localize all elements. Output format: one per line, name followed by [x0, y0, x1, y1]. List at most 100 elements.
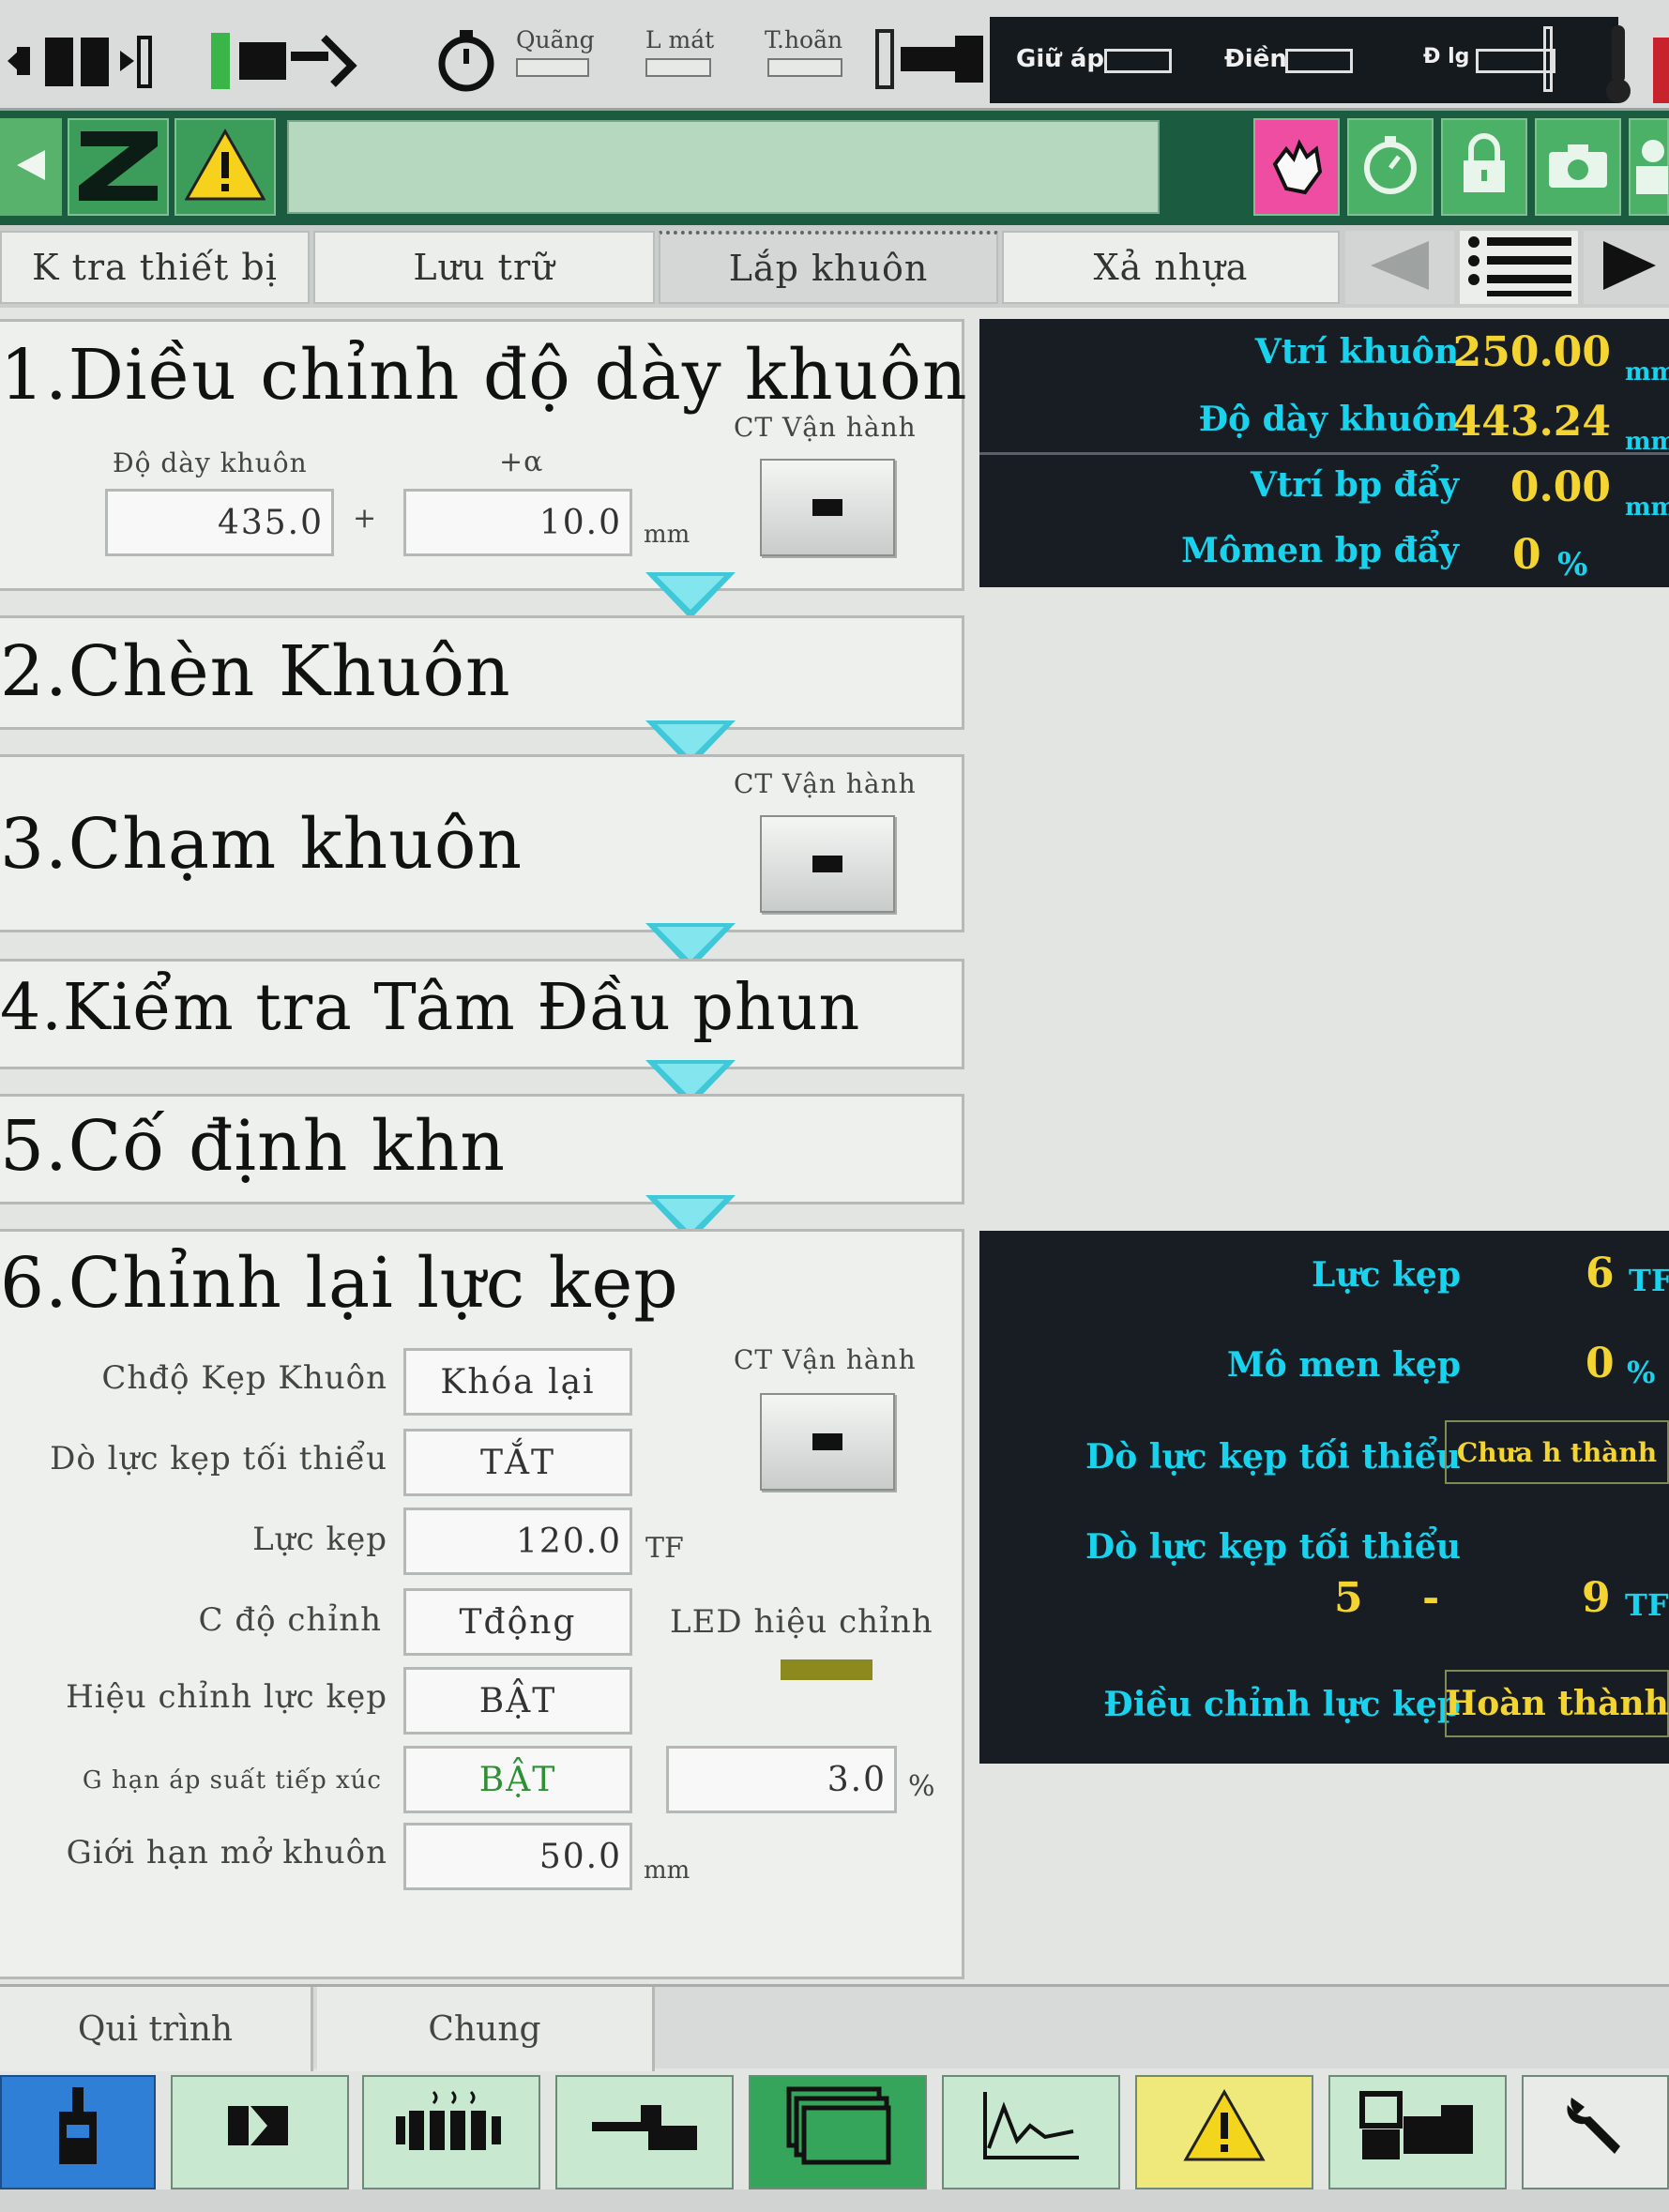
tab-lap-khuon[interactable]: Lắp khuôn: [659, 231, 998, 304]
mold-position-value: 250.00: [1452, 328, 1611, 376]
tab-menu-button[interactable]: [1460, 231, 1578, 304]
injection-unit-icon: [50, 2083, 106, 2181]
injection-unit-button[interactable]: [0, 2075, 156, 2189]
mold-open-icon: [8, 28, 158, 94]
range-max-value: 9: [1582, 1574, 1611, 1622]
adjust-mode-label: C độ chỉnh: [198, 1601, 382, 1639]
range-dash: -: [1422, 1574, 1440, 1622]
clamp-force-unit: TF: [645, 1532, 684, 1565]
ejector-icon: [211, 28, 380, 94]
mold-thickness-label: Độ dày khuôn: [113, 447, 308, 478]
ejector-position-value: 0.00: [1510, 463, 1611, 511]
ejector-torque-label: Mômen bp đẩy: [1181, 531, 1459, 570]
clamp-mode-label: Chđộ Kẹp Khuôn: [101, 1359, 387, 1397]
step-5-panel: 5.Cố định khn: [0, 1094, 964, 1204]
clamp-force-label: Lực kẹp: [252, 1521, 387, 1558]
mold-open-limit-label: Giới hạn mở khuôn: [66, 1834, 387, 1871]
adjust-mode-field[interactable]: Tđộng: [403, 1588, 632, 1656]
hmi-screen: { "topbar": { "icons": ["mold-open-icon"…: [0, 0, 1669, 2212]
plus-sign: +: [353, 502, 377, 535]
z-logo-icon: [73, 126, 163, 208]
taskbar-strip: [0, 2189, 1669, 2212]
step-6-run-button[interactable]: [760, 1393, 895, 1491]
user-button[interactable]: [1629, 118, 1669, 216]
list-icon: [1463, 233, 1575, 302]
step-4-title: 4.Kiểm tra Tâm Đầu phun: [0, 971, 861, 1045]
clamp-force-monitor-value: 6: [1586, 1250, 1615, 1297]
tab-next-button[interactable]: [1584, 231, 1669, 304]
hand-mode-button[interactable]: [1253, 118, 1340, 216]
user-icon: [1631, 132, 1668, 202]
alpha-label: +α: [499, 446, 544, 478]
range-min-value: 5: [1334, 1574, 1363, 1622]
mold-button[interactable]: [171, 2075, 349, 2189]
step-2-panel: 2.Chèn Khuôn: [0, 615, 964, 730]
alarm-red-indicator: [1653, 38, 1669, 103]
nozzle-icon: [872, 26, 985, 92]
mold-open-limit-unit: mm: [644, 1856, 690, 1885]
tab-qui-trinh[interactable]: Qui trình: [0, 1987, 313, 2071]
step-3-panel: 3.Chạm khuôn CT Vận hành: [0, 754, 964, 932]
warning-icon: [184, 128, 266, 206]
alarm-button[interactable]: [1135, 2075, 1313, 2189]
camera-button[interactable]: [1535, 118, 1621, 216]
min-clamp-detect-field[interactable]: TẮT: [403, 1429, 632, 1496]
triangle-right-icon: [1594, 237, 1660, 297]
hand-icon: [1262, 130, 1331, 204]
heater-button[interactable]: [362, 2075, 540, 2189]
dlg-bar: [1543, 26, 1553, 92]
clamp-correction-label: Hiệu chỉnh lực kẹp: [66, 1678, 387, 1716]
wrench-button[interactable]: [1522, 2075, 1669, 2189]
z-logo-button[interactable]: [68, 118, 169, 216]
stopwatch-icon: [1358, 132, 1423, 202]
lock-icon: [1456, 132, 1512, 202]
ejector-position-label: Vtrí bp đẩy: [1250, 465, 1459, 505]
lock-button[interactable]: [1441, 118, 1527, 216]
ejector-tool-button[interactable]: [555, 2075, 734, 2189]
mold-open-limit-field[interactable]: 50.0: [403, 1823, 632, 1890]
monitor-separator: [979, 452, 1669, 455]
mold-thickness-monitor-value: 443.24: [1452, 398, 1611, 446]
tab-prev-button[interactable]: [1345, 231, 1454, 304]
clamp-force-field[interactable]: 120.0: [403, 1507, 632, 1575]
label-giu-ap: Giữ áp: [1016, 45, 1104, 73]
alpha-field[interactable]: 10.0: [403, 489, 632, 556]
machine-icon: [1357, 2088, 1479, 2176]
ejector-tool-icon: [588, 2098, 701, 2167]
step-1-run-button[interactable]: [760, 459, 895, 556]
clamp-force-monitor-unit: TF: [1629, 1263, 1669, 1298]
tab-xa-nhua[interactable]: Xả nhựa: [1002, 231, 1340, 304]
label-quang: Quãng: [516, 26, 595, 53]
lmat-indicator: [645, 58, 711, 77]
warning-button[interactable]: [174, 118, 276, 216]
step-1-unit: mm: [644, 521, 690, 549]
min-clamp-status-box: Chưa h thành: [1445, 1420, 1669, 1484]
back-button[interactable]: [0, 118, 62, 216]
trend-graph-button[interactable]: [942, 2075, 1120, 2189]
tab-chung[interactable]: Chung: [317, 1987, 655, 2071]
mold-thickness-field[interactable]: 435.0: [105, 489, 334, 556]
label-thoan: T.hoãn: [765, 26, 843, 53]
screens-button[interactable]: [749, 2075, 927, 2189]
bottom-tab-bar: Qui trình Chung: [0, 1984, 1669, 2071]
tab-kiem-tra-thiet-bi[interactable]: K tra thiết bị: [0, 231, 310, 304]
mold-position-label: Vtrí khuôn: [1254, 332, 1459, 371]
clamp-torque-value: 0: [1586, 1340, 1615, 1387]
mold-thickness-monitor-label: Độ dày khuôn: [1198, 400, 1459, 439]
action-bar: [0, 111, 1669, 225]
clamp-adjust-status-box: Hoàn thành: [1445, 1670, 1669, 1737]
tab-luu-tru[interactable]: Lưu trữ: [313, 231, 655, 304]
clamp-correction-field[interactable]: BẬT: [403, 1667, 632, 1735]
step-3-ct-label: CT Vận hành: [734, 768, 917, 799]
contact-pressure-value-field[interactable]: 3.0: [666, 1746, 897, 1813]
step-1-ct-label: CT Vận hành: [734, 412, 917, 443]
arrow-left-icon: [12, 146, 50, 188]
cycle-timer-button[interactable]: [1347, 118, 1434, 216]
clamp-mode-field[interactable]: Khóa lại: [403, 1348, 632, 1416]
min-clamp-status-label: Dò lực kẹp tối thiểu: [1085, 1437, 1461, 1477]
step-3-title: 3.Chạm khuôn: [0, 804, 523, 885]
clamp-torque-label: Mô men kẹp: [1226, 1345, 1461, 1385]
contact-pressure-limit-field[interactable]: BẬT: [403, 1746, 632, 1813]
step-3-run-button[interactable]: [760, 815, 895, 913]
machine-button[interactable]: [1328, 2075, 1507, 2189]
